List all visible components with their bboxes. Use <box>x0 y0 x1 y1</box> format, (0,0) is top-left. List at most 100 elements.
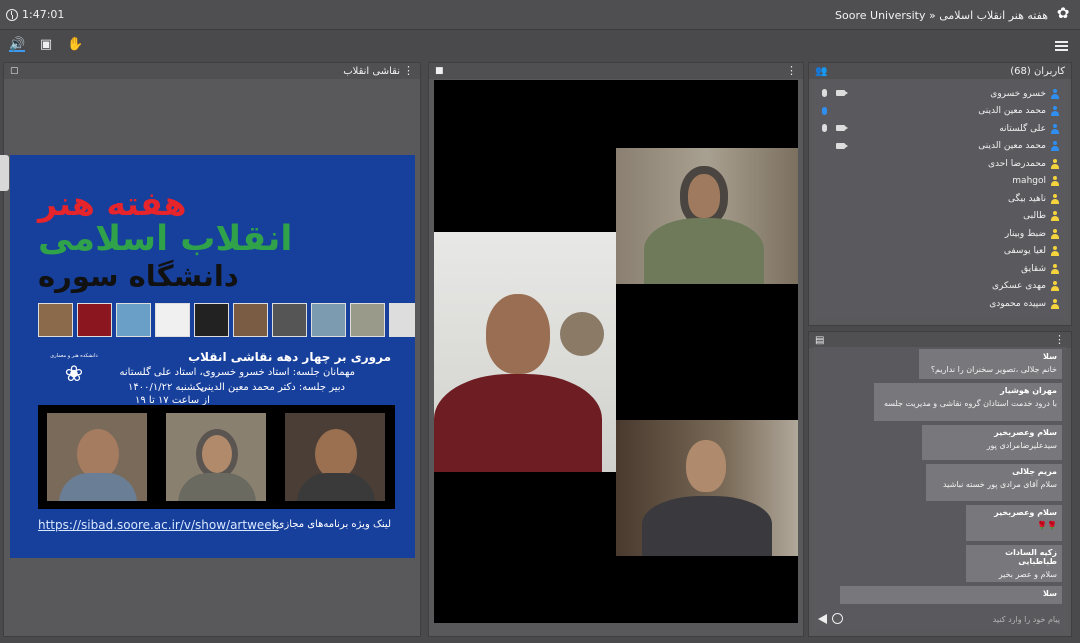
artwork-thumb <box>389 303 415 337</box>
chat-sender: زکیه السادات طباطبایی <box>1005 548 1057 566</box>
presentation-header: ▢ نقاشی انقلاب ⋮ <box>4 63 420 79</box>
session-guests: مهمانان جلسه: استاد خسرو خسروی، استاد عل… <box>119 367 355 378</box>
breadcrumb: Soore University » هفته هنر انقلاب اسلام… <box>835 9 1048 22</box>
users-icon: 👥 <box>815 65 828 77</box>
user-name: محمد معین الدینی <box>978 141 1046 151</box>
user-name: خسرو خسروی <box>990 88 1046 99</box>
chat-text: سلام و عصر بخیر <box>998 570 1057 579</box>
user-avatar-icon <box>1050 211 1060 221</box>
guest-photo <box>166 413 266 501</box>
university-logo-icon: ✿ <box>1056 4 1070 22</box>
user-row[interactable]: لعیا یوسفی <box>814 243 1066 260</box>
chat-message: سلام وعصربخیر 🌹🌹 <box>966 505 1062 541</box>
session-date: یکشنبه ۱۴۰۰/۱/۲۲ <box>128 382 205 393</box>
more-options-icon[interactable]: ⋮ <box>1054 334 1065 346</box>
user-row[interactable]: ناهید بیگی <box>814 190 1066 207</box>
presentation-title: نقاشی انقلاب <box>343 65 400 77</box>
chat-input-bar <box>814 608 1066 630</box>
chat-text: سلام آقای مرادی پور خسته نباشید <box>942 480 1057 489</box>
microphone-icon <box>822 106 827 115</box>
user-row[interactable]: طالبی <box>814 208 1066 225</box>
user-avatar-icon <box>1050 281 1060 291</box>
toolbar: 🔊 ▣ ✋ <box>0 31 1080 59</box>
user-avatar-icon <box>1050 246 1060 256</box>
user-name: لعیا یوسفی <box>1003 246 1046 256</box>
user-list: خسرو خسروی محمد معین الدینی علی گلستانه محم… <box>814 80 1066 318</box>
chat-text: 🌹🌹 <box>1037 521 1057 530</box>
session-timer: 1:47:01 <box>6 8 64 21</box>
camera-icon <box>836 125 848 131</box>
video-grid <box>434 80 798 623</box>
user-name: طالبی <box>1023 211 1046 221</box>
user-row[interactable]: مهدی عسکری <box>814 278 1066 295</box>
chat-sender: سلام وعصربخیر <box>994 508 1057 517</box>
banner-line-3: دانشگاه سوره <box>38 259 239 293</box>
chat-header: ▤ ⋮ <box>809 332 1071 348</box>
chat-message: مریم جلالی سلام آقای مرادی پور خسته نباشی… <box>926 464 1062 501</box>
user-row[interactable]: خسرو خسروی <box>814 85 1066 102</box>
artwork-thumb <box>155 303 190 337</box>
video-tile-moeinoddini[interactable] <box>434 232 616 472</box>
event-link[interactable]: https://sibad.soore.ac.ir/v/show/artweek <box>38 518 279 532</box>
user-name: مهدی عسکری <box>992 281 1046 291</box>
artwork-thumb <box>350 303 385 337</box>
video-header: ■ ⋮ <box>429 63 803 79</box>
user-row[interactable]: ضبط وبینار <box>814 225 1066 242</box>
user-row[interactable]: mahgol <box>814 173 1066 190</box>
chat-text: با درود خدمت استادان گروه نقاشی و مدیریت… <box>883 399 1057 408</box>
video-tile-golestaneh[interactable] <box>616 420 798 556</box>
chat-sender: مریم جلالی <box>1012 467 1057 476</box>
more-options-icon[interactable]: ⋮ <box>786 65 797 77</box>
camera-icon <box>836 142 848 149</box>
emoji-icon[interactable] <box>832 613 843 624</box>
more-options-icon[interactable]: ⋮ <box>403 65 414 77</box>
user-name: ضبط وبینار <box>1004 228 1046 239</box>
user-avatar-icon <box>1050 193 1060 204</box>
user-row[interactable]: محمد معین الدینی <box>814 138 1066 155</box>
window-icon[interactable]: ▢ <box>10 66 19 76</box>
artwork-thumb <box>272 303 307 337</box>
chat-message: سلام وعصربخیر سیدعلیرضامرادی پور <box>922 425 1062 460</box>
chat-message: سلا خانم جلالی ،تصویر سخنران را نداریم؟ <box>919 349 1062 379</box>
presentation-icon[interactable]: ▣ <box>38 38 54 52</box>
session-title: مروری بر چهار دهه نقاشی انقلاب <box>188 350 391 364</box>
sidebar-toggle-handle[interactable] <box>0 155 9 191</box>
user-row[interactable]: سپیده محمودی <box>814 295 1066 312</box>
send-icon[interactable] <box>818 614 827 624</box>
user-row[interactable]: محمدرضا احدی <box>814 155 1066 172</box>
artwork-thumb <box>233 303 268 337</box>
chat-sender: مهران هوشیار <box>1000 386 1057 395</box>
chat-text: خانم جلالی ،تصویر سخنران را نداریم؟ <box>930 365 1057 374</box>
microphone-icon <box>822 124 827 132</box>
chat-message: سلا <box>840 586 1062 604</box>
user-row[interactable]: علی گلستانه <box>814 120 1066 137</box>
chat-text: سیدعلیرضامرادی پور <box>986 441 1057 450</box>
users-title: کاربران (68) <box>1010 65 1065 77</box>
artwork-thumb <box>194 303 229 337</box>
video-camera-icon: ■ <box>435 66 444 76</box>
microphone-icon <box>822 89 827 97</box>
video-tile-khosravi[interactable] <box>616 148 798 284</box>
banner-line-2: انقلاب اسلامی <box>38 219 293 259</box>
user-row[interactable]: شقایق <box>814 260 1066 277</box>
artwork-thumb <box>311 303 346 337</box>
clock-icon <box>6 8 18 21</box>
chat-sender: سلا <box>1043 352 1057 361</box>
speaker-icon[interactable]: 🔊 <box>9 38 25 52</box>
chat-input[interactable] <box>850 610 1060 628</box>
artwork-thumb <box>38 303 73 337</box>
chat-sender: سلام وعصربخیر <box>994 428 1057 437</box>
guest-photos <box>38 405 395 509</box>
presentation-slide: هفته هنر انقلاب اسلامی دانشگاه سوره دانش… <box>10 155 415 558</box>
camera-icon <box>836 90 848 96</box>
banner-line-1: هفته هنر <box>38 184 187 223</box>
chat-icon: ▤ <box>815 334 825 346</box>
artwork-thumbnails <box>38 303 415 337</box>
hamburger-icon[interactable] <box>1055 41 1068 51</box>
user-avatar-icon <box>1050 158 1060 169</box>
user-avatar-icon <box>1050 88 1060 99</box>
session-secretary: دبیر جلسه: دکتر محمد معین الدینی <box>199 382 345 393</box>
raise-hand-icon[interactable]: ✋ <box>67 38 83 52</box>
user-row[interactable]: محمد معین الدینی <box>814 103 1066 120</box>
user-avatar-icon <box>1050 106 1060 116</box>
